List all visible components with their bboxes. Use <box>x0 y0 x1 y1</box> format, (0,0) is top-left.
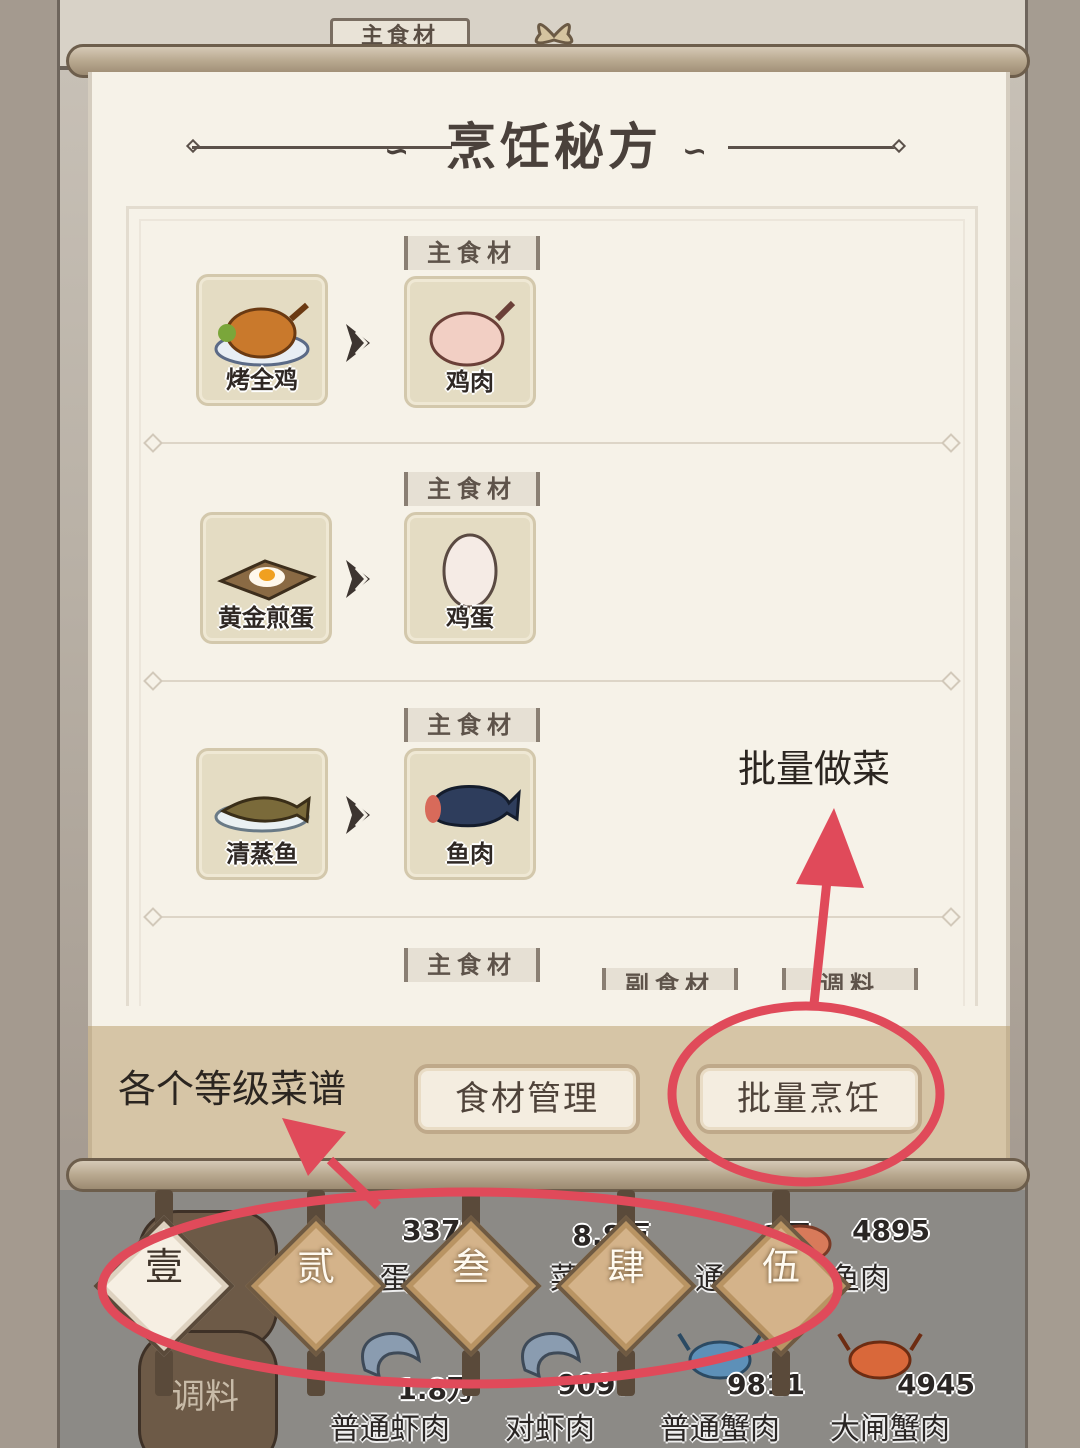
annotation-batch-label: 批量做菜 <box>738 747 891 791</box>
main-ingredient-tag: 主食材 <box>404 236 540 270</box>
ingredient-name: 鱼肉 <box>446 840 494 868</box>
inventory-name: 大闸蟹肉 <box>830 1412 950 1447</box>
main-ingredient-tag: 主食材 <box>404 708 540 742</box>
dish-tile[interactable]: 清蒸鱼 <box>196 748 328 880</box>
dish-name: 清蒸鱼 <box>226 840 298 868</box>
inventory-name: 普通虾肉 <box>330 1412 450 1447</box>
main-ingredient-tag: 主食材 <box>404 948 540 982</box>
arrow-right-icon <box>346 796 370 834</box>
side-tab-label: 调料 <box>171 1377 239 1417</box>
ingredient-tile[interactable]: 鸡蛋 <box>404 512 536 644</box>
row-divider <box>152 442 952 444</box>
ingredient-tile[interactable]: 鸡肉 <box>404 276 536 408</box>
main-ingredient-tag: 主食材 <box>404 472 540 506</box>
recipe-panel: ∽ 烹饪秘方 ∽ 烤全鸡 主食材 鸡肉 黄金煎蛋 主食材 鸡蛋 清蒸鱼 主食材 … <box>88 72 1010 1032</box>
arrow-right-icon <box>346 324 370 362</box>
recipe-row[interactable]: 黄金煎蛋 主食材 鸡蛋 <box>92 472 1014 709</box>
page-title: 烹饪秘方 <box>446 117 662 176</box>
arrow-right-icon <box>346 560 370 598</box>
level-label: 叁 <box>451 1245 490 1289</box>
inventory-count: 4945 <box>897 1368 975 1401</box>
seasoning-tag: 调料 <box>782 968 918 990</box>
level-label: 贰 <box>296 1245 335 1289</box>
title-divider <box>192 146 452 149</box>
row-divider <box>152 916 952 918</box>
level-label: 伍 <box>761 1245 800 1289</box>
title-swirl-icon: ∽ <box>682 134 708 169</box>
row-divider <box>152 680 952 682</box>
panel-title-row: ∽ 烹饪秘方 ∽ <box>92 112 1014 182</box>
batch-cooking-button[interactable]: 批量烹饪 <box>696 1064 922 1134</box>
inventory-name: 对虾肉 <box>505 1412 595 1447</box>
dish-tile[interactable]: 黄金煎蛋 <box>200 512 332 644</box>
inventory-count: 9811 <box>727 1368 805 1401</box>
annotation-levels-label: 各个等级菜谱 <box>118 1067 347 1111</box>
level-label: 壹 <box>144 1245 183 1289</box>
dish-name: 黄金煎蛋 <box>218 604 314 632</box>
title-swirl-icon: ∽ <box>384 134 410 169</box>
inventory-name: 普通蟹肉 <box>660 1412 780 1447</box>
recipe-row[interactable]: 烤全鸡 主食材 鸡肉 <box>92 236 1014 473</box>
dish-name: 烤全鸡 <box>226 366 298 394</box>
background-left-wall <box>0 0 60 1448</box>
scroll-rod-bottom <box>66 1158 1030 1192</box>
side-ingredient-tag: 副食材 <box>602 968 738 990</box>
title-ornament-icon <box>891 138 907 154</box>
title-divider <box>728 146 898 149</box>
background-right-wall <box>1025 0 1080 1448</box>
dish-tile[interactable]: 烤全鸡 <box>196 274 328 406</box>
ingredient-tile[interactable]: 鱼肉 <box>404 748 536 880</box>
level-label: 肆 <box>606 1245 645 1289</box>
ingredient-name: 鸡蛋 <box>446 604 494 632</box>
ingredient-name: 鸡肉 <box>446 368 494 396</box>
knot-ornament-icon <box>534 23 574 45</box>
inventory-count: 4895 <box>852 1214 930 1247</box>
ingredient-management-button[interactable]: 食材管理 <box>414 1064 640 1134</box>
